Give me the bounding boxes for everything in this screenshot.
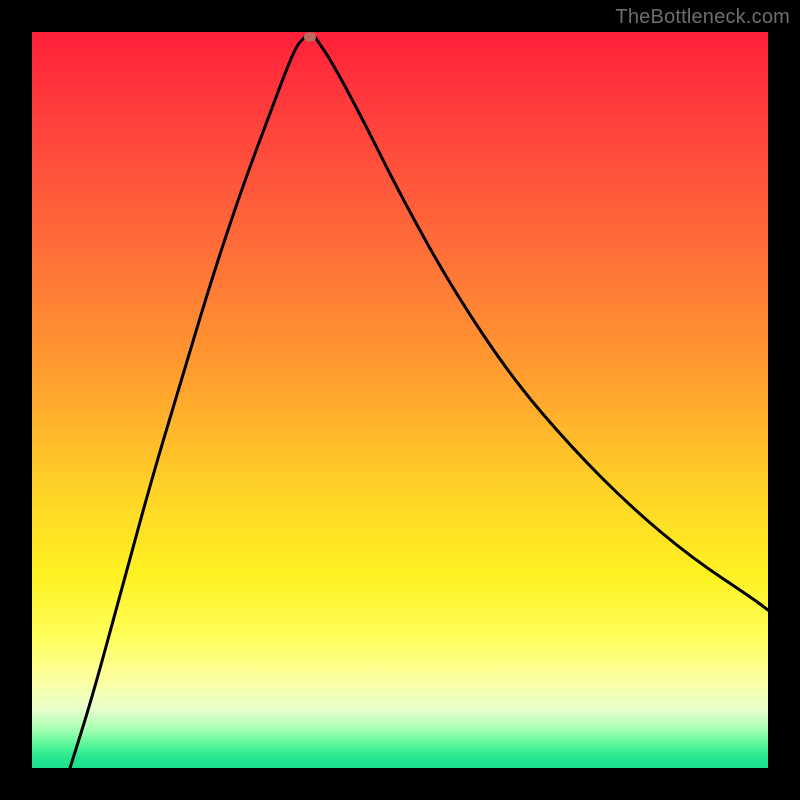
curve-left-path <box>70 37 305 768</box>
optimum-marker <box>304 33 316 42</box>
watermark-text: TheBottleneck.com <box>615 6 790 29</box>
curve-right-path <box>315 37 768 610</box>
chart-frame: TheBottleneck.com <box>0 0 800 800</box>
plot-area <box>32 32 768 768</box>
bottleneck-curve <box>32 32 768 768</box>
